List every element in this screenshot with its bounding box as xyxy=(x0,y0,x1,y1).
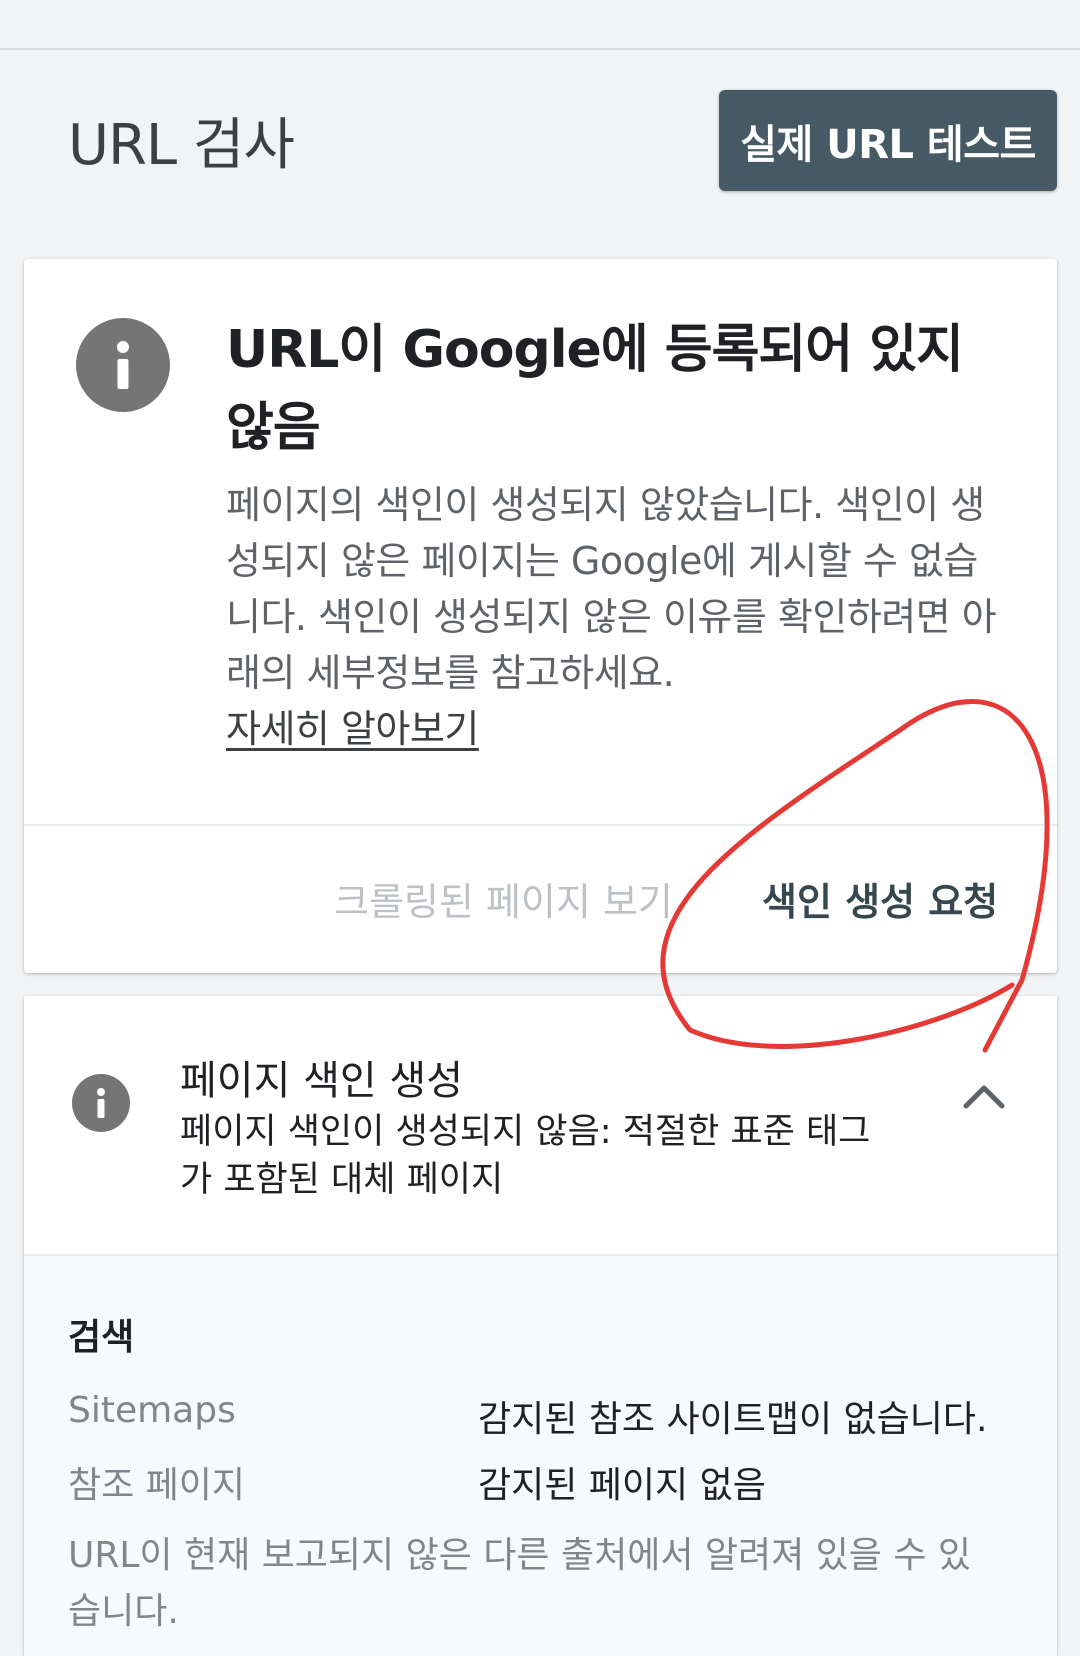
top-divider xyxy=(0,48,1080,50)
status-description-text: 페이지의 색인이 생성되지 않았습니다. 색인이 생성되지 않은 페이지는 Go… xyxy=(226,483,997,695)
page-title: URL 검사 xyxy=(68,113,295,178)
info-icon xyxy=(76,318,170,412)
page-indexing-title: 페이지 색인 생성 xyxy=(180,1058,464,1104)
card-divider xyxy=(24,824,1057,826)
referring-page-value: 감지된 페이지 없음 xyxy=(478,1465,766,1506)
status-heading: URL이 Google에 등록되어 있지 않음 xyxy=(226,320,964,458)
page-indexing-subtitle: 페이지 색인이 생성되지 않음: 적절한 표준 태그가 포함된 대체 페이지 xyxy=(180,1112,871,1200)
details-note: URL이 현재 보고되지 않은 다른 출처에서 알려져 있을 수 있습니다. xyxy=(68,1535,972,1632)
discovery-section-label: 검색 xyxy=(68,1317,135,1358)
status-description: 페이지의 색인이 생성되지 않았습니다. 색인이 생성되지 않은 페이지는 Go… xyxy=(226,477,1006,757)
learn-more-link[interactable]: 자세히 알아보기 xyxy=(226,707,479,751)
info-icon xyxy=(72,1074,130,1132)
chevron-up-icon[interactable] xyxy=(962,1080,1006,1110)
sitemaps-value: 감지된 참조 사이트맵이 없습니다. xyxy=(478,1399,988,1440)
live-url-test-button[interactable]: 실제 URL 테스트 xyxy=(719,90,1057,191)
page-indexing-card: 페이지 색인 생성 페이지 색인이 생성되지 않음: 적절한 표준 태그가 포함… xyxy=(24,996,1057,1656)
url-status-card: URL이 Google에 등록되어 있지 않음 페이지의 색인이 생성되지 않았… xyxy=(24,259,1057,973)
indexing-details-panel: 검색 Sitemaps 감지된 참조 사이트맵이 없습니다. 참조 페이지 감지… xyxy=(24,1256,1057,1656)
sitemaps-key: Sitemaps xyxy=(68,1390,236,1431)
view-crawled-page-button[interactable]: 크롤링된 페이지 보기 xyxy=(334,871,673,926)
request-indexing-button[interactable]: 색인 생성 요청 xyxy=(762,871,998,926)
referring-page-key: 참조 페이지 xyxy=(68,1465,246,1506)
